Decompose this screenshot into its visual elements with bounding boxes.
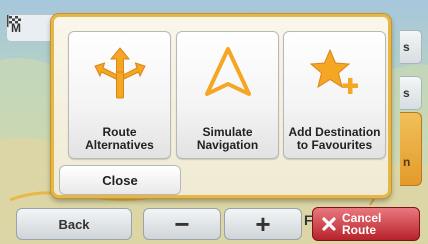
cancel-route-text: Cancel Route	[342, 212, 381, 236]
close-button[interactable]: Close	[59, 165, 181, 195]
route-options-dialog: Route Alternatives Simulate Navigation A…	[51, 14, 391, 198]
side-button-orange[interactable]: n	[400, 112, 422, 186]
side-button-orange-label: n	[403, 155, 411, 169]
zoom-in-label: +	[255, 209, 271, 239]
side-button-top[interactable]: s	[400, 30, 422, 64]
add-to-favourites-label: Add Destination to Favourites	[288, 125, 381, 152]
checkered-flag-icon	[7, 15, 21, 27]
navigation-arrow-icon	[205, 47, 251, 96]
simulate-navigation-button[interactable]: Simulate Navigation	[176, 31, 279, 159]
add-to-favourites-button[interactable]: Add Destination to Favourites	[283, 31, 386, 159]
route-alternatives-label: Route Alternatives	[85, 125, 154, 152]
back-button[interactable]: Back	[16, 208, 132, 240]
close-button-label: Close	[102, 172, 138, 188]
star-plus-icon	[309, 48, 358, 94]
zoom-in-button[interactable]: +	[224, 208, 302, 240]
side-button-middle[interactable]: s	[400, 76, 422, 110]
simulate-navigation-label: Simulate Navigation	[196, 125, 259, 152]
cancel-route-line2: Route	[342, 223, 376, 237]
map-header-chip[interactable]: M	[6, 14, 54, 42]
zoom-out-label: −	[174, 209, 190, 239]
back-button-label: Back	[58, 216, 90, 232]
zoom-out-button[interactable]: −	[143, 208, 221, 240]
close-x-icon	[322, 217, 336, 231]
route-alternatives-button[interactable]: Route Alternatives	[68, 31, 171, 159]
side-button-top-label: s	[403, 40, 410, 54]
side-button-middle-label: s	[403, 86, 410, 100]
bottom-toolbar: Back − + F Cancel Route	[0, 206, 428, 244]
cancel-route-button[interactable]: Cancel Route	[312, 207, 420, 241]
route-alternatives-icon	[94, 47, 146, 99]
